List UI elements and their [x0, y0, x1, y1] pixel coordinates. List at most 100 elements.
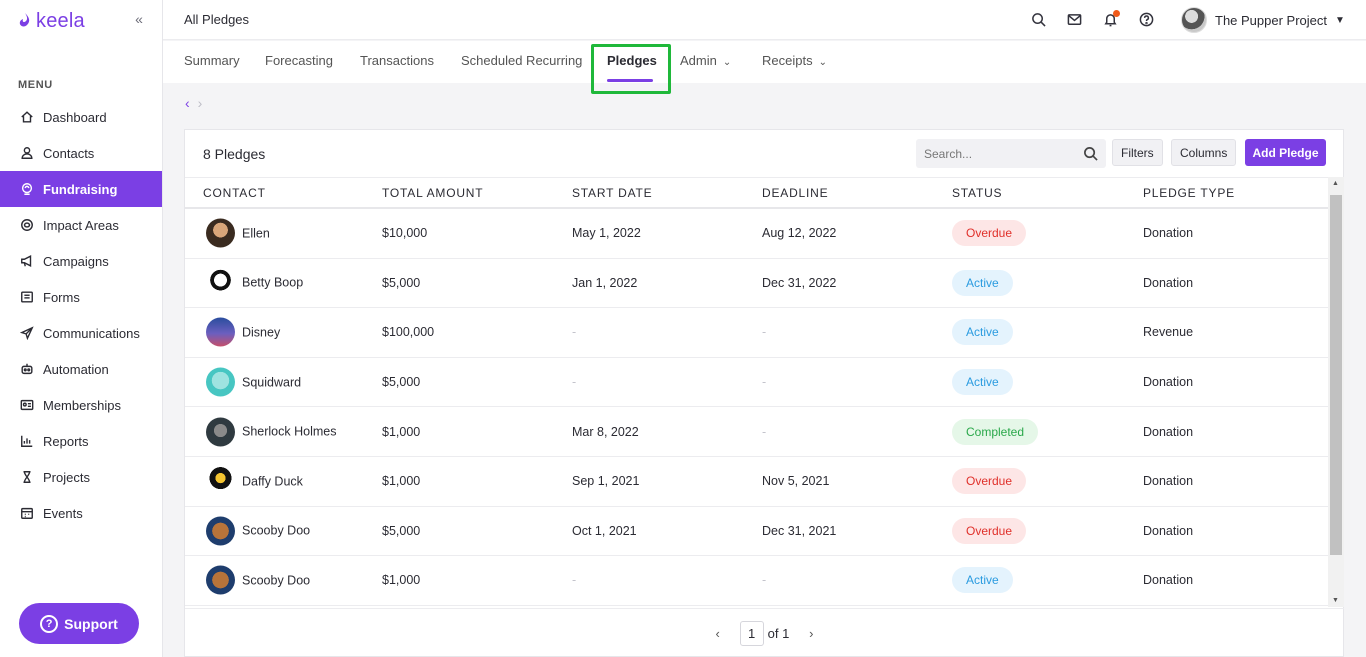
status-cell: Overdue	[952, 468, 1027, 495]
contact-name[interactable]: Sherlock Holmes	[242, 425, 336, 439]
avatar	[206, 218, 235, 248]
avatar	[206, 466, 235, 496]
support-label: Support	[64, 615, 118, 632]
pledge-type-cell: Donation	[1143, 573, 1194, 588]
contact-cell[interactable]: Betty Boop	[206, 268, 303, 298]
contact-cell[interactable]: Ellen	[206, 218, 270, 248]
sidebar-item-automation[interactable]: Automation	[0, 351, 162, 387]
org-switcher[interactable]: The Pupper Project ▼	[1181, 7, 1345, 33]
contact-cell[interactable]: Daffy Duck	[206, 466, 303, 496]
sidebar-item-communications[interactable]: Communications	[0, 315, 162, 351]
sidebar-item-forms[interactable]: Forms	[0, 279, 162, 315]
sidebar-item-memberships[interactable]: Memberships	[0, 387, 162, 423]
column-header-deadline[interactable]: Deadline	[762, 186, 828, 200]
pledges-count-title: 8 Pledges	[203, 146, 266, 162]
scrollbar-thumb[interactable]	[1330, 195, 1342, 555]
contact-cell[interactable]: Disney	[206, 317, 280, 347]
next-page-icon[interactable]: ›	[799, 626, 823, 641]
page-number-input[interactable]: 1	[739, 621, 764, 646]
contact-name[interactable]: Ellen	[242, 226, 270, 240]
status-badge: Active	[952, 567, 1013, 594]
sidebar-item-label: Automation	[43, 361, 109, 377]
person-icon	[19, 146, 34, 161]
table-row[interactable]: Daffy Duck $1,000 Sep 1, 2021 Nov 5, 2021 Ov…	[185, 457, 1328, 507]
top-bar: All Pledges The Pupper Project ▼	[163, 0, 1366, 40]
tab-summary[interactable]: Summary	[184, 53, 240, 68]
tab-admin-label: Admin	[680, 53, 717, 68]
collapse-sidebar-button[interactable]: «	[131, 10, 147, 28]
status-cell: Active	[952, 319, 1013, 346]
status-badge: Overdue	[952, 468, 1027, 495]
contact-name[interactable]: Squidward	[242, 375, 301, 389]
tab-scheduled-recurring[interactable]: Scheduled Recurring	[461, 53, 582, 68]
tab-admin[interactable]: Admin ⌄	[680, 53, 731, 68]
search-input[interactable]	[924, 146, 1083, 161]
column-header-total-amount[interactable]: Total Amount	[382, 186, 483, 200]
contact-name[interactable]: Daffy Duck	[242, 474, 303, 488]
status-badge: Completed	[952, 418, 1039, 445]
column-header-start-date[interactable]: Start Date	[572, 186, 652, 200]
sidebar-item-reports[interactable]: Reports	[0, 423, 162, 459]
table-row[interactable]: Ellen $10,000 May 1, 2022 Aug 12, 2022 Overd…	[185, 209, 1328, 259]
contact-cell[interactable]: Sherlock Holmes	[206, 417, 336, 447]
contact-name[interactable]: Disney	[242, 325, 280, 339]
chevron-down-icon: ▼	[1335, 14, 1345, 26]
tab-receipts[interactable]: Receipts ⌄	[762, 53, 827, 68]
status-cell: Overdue	[952, 517, 1027, 544]
status-badge: Overdue	[952, 517, 1027, 544]
scroll-down-icon[interactable]: ▼	[1332, 597, 1339, 604]
chevron-left-icon[interactable]: ‹	[185, 95, 190, 111]
scroll-up-icon[interactable]: ▲	[1332, 180, 1339, 187]
sidebar-item-dashboard[interactable]: Dashboard	[0, 99, 162, 135]
prev-page-icon[interactable]: ‹	[706, 626, 730, 641]
table-row[interactable]: Disney $100,000 - - Active Revenue	[185, 308, 1328, 358]
column-header-contact[interactable]: Contact	[203, 186, 266, 200]
contact-cell[interactable]: Squidward	[206, 367, 301, 397]
table-row[interactable]: Squidward $5,000 - - Active Donation	[185, 358, 1328, 408]
columns-button[interactable]: Columns	[1171, 139, 1237, 166]
contact-cell[interactable]: Scooby Doo	[206, 565, 310, 595]
table-scrollbar[interactable]: ▲ ▼	[1328, 177, 1344, 607]
contact-name[interactable]: Scooby Doo	[242, 524, 310, 538]
tab-receipts-label: Receipts	[762, 53, 813, 68]
sidebar-item-fundraising[interactable]: Fundraising	[0, 171, 162, 207]
tab-pledges[interactable]: Pledges	[607, 53, 657, 68]
support-button[interactable]: ? Support	[19, 603, 139, 644]
mail-icon[interactable]	[1065, 10, 1083, 28]
sidebar-item-events[interactable]: Events	[0, 495, 162, 531]
help-icon[interactable]	[1137, 10, 1155, 28]
table-row[interactable]: Scooby Doo $5,000 Oct 1, 2021 Dec 31, 2021 O…	[185, 507, 1328, 557]
megaphone-icon	[19, 254, 34, 269]
tab-forecasting[interactable]: Forecasting	[265, 53, 333, 68]
add-pledge-button[interactable]: Add Pledge	[1245, 139, 1326, 166]
sidebar-item-campaigns[interactable]: Campaigns	[0, 243, 162, 279]
contact-name[interactable]: Scooby Doo	[242, 573, 310, 587]
contact-name[interactable]: Betty Boop	[242, 276, 303, 290]
sidebar-item-projects[interactable]: Projects	[0, 459, 162, 495]
bell-icon[interactable]	[1101, 10, 1120, 28]
table-row[interactable]: Betty Boop $5,000 Jan 1, 2022 Dec 31, 2022 A…	[185, 259, 1328, 309]
sidebar-item-label: Reports	[43, 433, 89, 449]
robot-icon	[19, 362, 34, 377]
sidebar-item-contacts[interactable]: Contacts	[0, 135, 162, 171]
search-icon[interactable]	[1029, 10, 1047, 28]
notification-dot	[1113, 10, 1120, 17]
table-row[interactable]: Scooby Doo $1,000 - - Active Donation	[185, 556, 1328, 606]
column-header-status[interactable]: Status	[952, 186, 1002, 200]
sidebar-item-impact-areas[interactable]: Impact Areas	[0, 207, 162, 243]
avatar	[206, 516, 235, 546]
deadline-cell: -	[762, 424, 767, 439]
brand-logo[interactable]: keela	[18, 9, 85, 33]
start-date-cell: -	[572, 325, 577, 340]
search-icon[interactable]	[1083, 146, 1098, 161]
chevron-right-icon[interactable]: ›	[198, 95, 203, 111]
filters-button[interactable]: Filters	[1112, 139, 1163, 166]
sidebar-item-label: Memberships	[43, 397, 122, 413]
tab-transactions[interactable]: Transactions	[360, 53, 434, 68]
deadline-cell: Nov 5, 2021	[762, 474, 830, 489]
contact-cell[interactable]: Scooby Doo	[206, 516, 310, 546]
column-header-pledge-type[interactable]: Pledge Type	[1143, 186, 1235, 200]
table-row[interactable]: Sherlock Holmes $1,000 Mar 8, 2022 - Complet…	[185, 407, 1328, 457]
chart-icon	[19, 434, 34, 449]
amount-cell: $10,000	[382, 226, 428, 241]
